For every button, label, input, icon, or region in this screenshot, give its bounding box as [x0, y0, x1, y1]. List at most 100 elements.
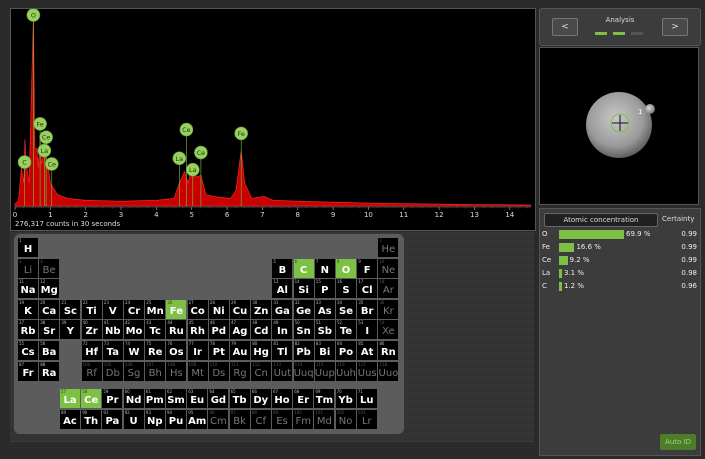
- element-ar[interactable]: 18 Ar: [378, 279, 399, 299]
- certainty-header[interactable]: Certainty: [662, 215, 694, 223]
- element-na[interactable]: 11 Na: [18, 279, 38, 299]
- element-ho[interactable]: 67 Ho: [272, 389, 292, 408]
- element-o[interactable]: 8O: [336, 258, 356, 278]
- element-xe[interactable]: 54 Xe: [378, 320, 399, 340]
- element-pt[interactable]: 78 Pt: [208, 341, 229, 360]
- element-yb[interactable]: 70 Yb: [335, 389, 356, 408]
- element-b[interactable]: 5B: [272, 258, 293, 278]
- element-fr[interactable]: 87 Fr: [18, 361, 38, 381]
- element-os[interactable]: 76 Os: [166, 341, 187, 360]
- element-au[interactable]: 79 Au: [230, 341, 250, 360]
- element-bi[interactable]: 83 Bi: [314, 341, 335, 360]
- element-sc[interactable]: 21 Sc: [60, 299, 81, 319]
- element-mn[interactable]: 25 Mn: [145, 299, 166, 319]
- element-bk[interactable]: 97 Bk: [229, 409, 250, 429]
- element-pa[interactable]: 91 Pa: [102, 409, 123, 429]
- element-zn[interactable]: 30 Zn: [251, 299, 272, 319]
- element-uup[interactable]: 115 Uup: [314, 361, 335, 381]
- spectrum-chart[interactable]: 0 1 2 3 4 5 6 7 8 9 10 11 12 13 14OFeCeLaC CeCeLaCeLaFe: [11, 9, 535, 230]
- element-gd[interactable]: 64 Gd: [208, 389, 229, 408]
- element-ga[interactable]: 31 Ga: [272, 299, 293, 319]
- element-w[interactable]: 74 W: [124, 341, 144, 360]
- element-ce[interactable]: 58 Ce: [81, 389, 102, 408]
- element-co[interactable]: 27 Co: [187, 299, 208, 319]
- element-ca[interactable]: 20 Ca: [39, 299, 60, 319]
- element-p[interactable]: 15 P: [314, 279, 335, 299]
- result-row[interactable]: O 69.9 % 0.99: [540, 229, 700, 240]
- element-rb[interactable]: 37 Rb: [18, 320, 38, 340]
- element-pd[interactable]: 46 Pd: [208, 320, 229, 340]
- element-rg[interactable]: 111 Rg: [230, 361, 250, 381]
- element-uut[interactable]: 113 Uut: [272, 361, 293, 381]
- element-cf[interactable]: 98 Cf: [250, 409, 271, 429]
- element-uuo[interactable]: 118 Uuo: [378, 361, 399, 381]
- element-f[interactable]: 9F: [357, 258, 378, 278]
- element-y[interactable]: 39 Y: [60, 320, 81, 340]
- element-cn[interactable]: 112 Cn: [251, 361, 272, 381]
- element-ru[interactable]: 44 Ru: [166, 320, 187, 340]
- element-hf[interactable]: 72 Hf: [81, 341, 102, 360]
- element-te[interactable]: 52 Te: [336, 320, 356, 340]
- element-zr[interactable]: 40 Zr: [81, 320, 102, 340]
- element-sm[interactable]: 62 Sm: [166, 389, 186, 408]
- result-row[interactable]: La 3.1 % 0.98: [540, 268, 700, 279]
- element-lr[interactable]: 103 Lr: [356, 409, 377, 429]
- element-li[interactable]: 3 Li: [18, 258, 38, 278]
- element-ra[interactable]: 88 Ra: [39, 361, 60, 381]
- element-uuh[interactable]: 116 Uuh: [336, 361, 356, 381]
- spectrum-panel[interactable]: 0 1 2 3 4 5 6 7 8 9 10 11 12 13 14 O Fe Ce La C Ce Ce La Ce La Fe…: [10, 8, 536, 231]
- element-rh[interactable]: 45 Rh: [187, 320, 208, 340]
- element-es[interactable]: 99 Es: [272, 409, 292, 429]
- element-fe[interactable]: 26 Fe: [166, 299, 187, 319]
- element-ac[interactable]: 89 Ac: [60, 409, 80, 429]
- element-re[interactable]: 75 Re: [145, 341, 166, 360]
- element-tc[interactable]: 43 Tc: [145, 320, 166, 340]
- element-be[interactable]: 4 Be: [39, 258, 60, 278]
- element-sb[interactable]: 51 Sb: [314, 320, 335, 340]
- element-db[interactable]: 105 Db: [102, 361, 123, 381]
- element-si[interactable]: 14 Si: [293, 279, 314, 299]
- element-s[interactable]: 16 S: [336, 279, 356, 299]
- element-dy[interactable]: 66 Dy: [250, 389, 271, 408]
- element-fm[interactable]: 100 Fm: [293, 409, 314, 429]
- result-row[interactable]: Ce 9.2 % 0.99: [540, 255, 700, 266]
- element-tm[interactable]: 69 Tm: [314, 389, 335, 408]
- element-nb[interactable]: 41 Nb: [102, 320, 123, 340]
- element-er[interactable]: 68 Er: [293, 389, 314, 408]
- element-cd[interactable]: 48 Cd: [251, 320, 272, 340]
- element-np[interactable]: 93 Np: [144, 409, 165, 429]
- element-n[interactable]: 7N: [314, 258, 335, 278]
- element-cu[interactable]: 29 Cu: [230, 299, 250, 319]
- element-ne[interactable]: 10 Ne: [378, 258, 399, 278]
- sample-image[interactable]: 1: [540, 48, 698, 204]
- element-he[interactable]: 2 He: [378, 238, 399, 257]
- element-lu[interactable]: 71 Lu: [356, 389, 377, 408]
- element-no[interactable]: 102 No: [335, 409, 356, 429]
- element-pb[interactable]: 82 Pb: [293, 341, 314, 360]
- element-as[interactable]: 33 As: [314, 299, 335, 319]
- concentration-header[interactable]: Atomic concentration: [544, 213, 658, 227]
- element-th[interactable]: 90 Th: [81, 409, 102, 429]
- element-sn[interactable]: 50 Sn: [293, 320, 314, 340]
- element-am[interactable]: 95 Am: [187, 409, 208, 429]
- next-analysis-button[interactable]: >: [662, 18, 688, 36]
- element-uus[interactable]: 117 Uus: [357, 361, 378, 381]
- element-cr[interactable]: 24 Cr: [124, 299, 144, 319]
- element-br[interactable]: 35 Br: [357, 299, 378, 319]
- element-hg[interactable]: 80 Hg: [251, 341, 272, 360]
- auto-id-button[interactable]: Auto ID: [660, 434, 696, 450]
- element-ba[interactable]: 56 Ba: [39, 341, 60, 360]
- element-nd[interactable]: 60 Nd: [123, 389, 144, 408]
- element-uuq[interactable]: 114 Uuq: [293, 361, 314, 381]
- element-at[interactable]: 85 At: [357, 341, 378, 360]
- element-rf[interactable]: 104 Rf: [81, 361, 102, 381]
- element-v[interactable]: 23 V: [102, 299, 123, 319]
- element-tb[interactable]: 65 Tb: [229, 389, 250, 408]
- element-la[interactable]: 57 La: [60, 389, 80, 408]
- element-cm[interactable]: 96 Cm: [208, 409, 229, 429]
- element-c[interactable]: 6C: [293, 258, 314, 278]
- element-in[interactable]: 49 In: [272, 320, 293, 340]
- element-eu[interactable]: 63 Eu: [187, 389, 208, 408]
- element-md[interactable]: 101 Md: [314, 409, 335, 429]
- element-se[interactable]: 34 Se: [336, 299, 356, 319]
